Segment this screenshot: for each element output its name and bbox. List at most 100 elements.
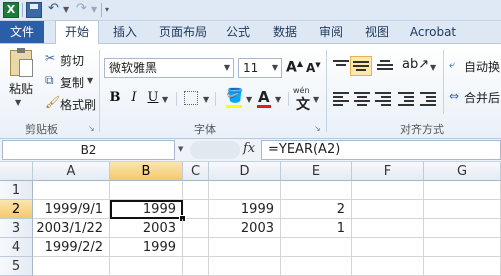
font-size-dropdown[interactable]: 11 ▼: [238, 58, 282, 78]
insert-function-button[interactable]: fx: [243, 141, 255, 156]
paste-icon[interactable]: [10, 48, 33, 77]
row-header-5[interactable]: 5: [0, 257, 33, 276]
border-dropdown-icon[interactable]: ▼: [203, 95, 209, 104]
cell-g5[interactable]: [424, 257, 501, 276]
redo-icon[interactable]: ↷: [76, 1, 87, 16]
border-icon[interactable]: [184, 91, 198, 105]
grow-font-button[interactable]: A▲: [286, 59, 303, 76]
cell-e2[interactable]: 2: [281, 200, 352, 219]
tab-acrobat[interactable]: Acrobat: [404, 21, 462, 43]
fill-color-icon[interactable]: 🪣: [226, 88, 243, 104]
cell-d2[interactable]: 1999: [209, 200, 281, 219]
cell-e4[interactable]: [281, 238, 352, 257]
paste-dropdown-icon[interactable]: ▼: [15, 98, 21, 107]
undo-icon[interactable]: ↶: [48, 1, 59, 16]
cell-a2[interactable]: 1999/9/1: [33, 200, 110, 219]
phonetic-dropdown-icon[interactable]: ▼: [313, 95, 319, 104]
cell-e1[interactable]: [281, 181, 352, 200]
bold-button[interactable]: B: [107, 89, 123, 107]
cell-c2[interactable]: [183, 200, 209, 219]
row-header-2[interactable]: 2: [0, 200, 33, 219]
cell-c5[interactable]: [183, 257, 209, 276]
cell-f4[interactable]: [352, 238, 424, 257]
column-header-e[interactable]: E: [281, 162, 352, 181]
undo-dropdown-icon[interactable]: ▼: [63, 5, 69, 14]
align-left-icon[interactable]: [333, 90, 349, 106]
column-header-g[interactable]: G: [424, 162, 501, 181]
align-top-icon[interactable]: [333, 58, 349, 72]
name-box[interactable]: B2: [2, 140, 175, 160]
wrap-text-button[interactable]: 自动换: [464, 58, 500, 75]
redo-dropdown-icon[interactable]: ▼: [91, 5, 97, 14]
cell-b4[interactable]: 1999: [110, 238, 183, 257]
column-header-d[interactable]: D: [209, 162, 281, 181]
cell-a5[interactable]: [33, 257, 110, 276]
copy-button[interactable]: 复制: [60, 74, 84, 91]
cell-g4[interactable]: [424, 238, 501, 257]
excel-app-icon[interactable]: X: [3, 2, 19, 18]
tab-insert[interactable]: 插入: [107, 21, 143, 43]
tab-formulas[interactable]: 公式: [221, 21, 255, 43]
align-bottom-icon[interactable]: [377, 58, 393, 72]
select-all-corner[interactable]: [0, 162, 33, 181]
cell-f2[interactable]: [352, 200, 424, 219]
italic-button[interactable]: I: [126, 89, 142, 107]
cell-d3[interactable]: 2003: [209, 219, 281, 238]
clipboard-launcher-icon[interactable]: ↘: [88, 124, 95, 133]
paste-button[interactable]: 粘贴: [9, 80, 33, 97]
cell-g1[interactable]: [424, 181, 501, 200]
row-header-3[interactable]: 3: [0, 219, 33, 238]
cell-e3[interactable]: 1: [281, 219, 352, 238]
tab-file[interactable]: 文件: [0, 21, 44, 43]
cell-f3[interactable]: [352, 219, 424, 238]
tab-review[interactable]: 审阅: [314, 21, 348, 43]
save-icon[interactable]: [26, 2, 42, 18]
cell-g2[interactable]: [424, 200, 501, 219]
cell-a3[interactable]: 2003/1/22: [33, 219, 110, 238]
customize-toolbar-icon[interactable]: ▾: [105, 5, 109, 14]
column-header-a[interactable]: A: [33, 162, 110, 181]
cell-b1[interactable]: [110, 181, 183, 200]
cell-d4[interactable]: [209, 238, 281, 257]
column-header-b[interactable]: B: [110, 162, 183, 181]
font-color-button[interactable]: A: [258, 88, 270, 106]
align-center-icon[interactable]: [354, 90, 370, 106]
underline-button[interactable]: U: [145, 89, 161, 107]
cell-g3[interactable]: [424, 219, 501, 238]
tab-data[interactable]: 数据: [268, 21, 302, 43]
cell-d5[interactable]: [209, 257, 281, 276]
tab-home[interactable]: 开始: [55, 20, 99, 44]
merge-center-button[interactable]: 合并后: [464, 89, 500, 106]
cell-b5[interactable]: [110, 257, 183, 276]
cell-f1[interactable]: [352, 181, 424, 200]
cell-c3[interactable]: [183, 219, 209, 238]
formula-bar-splitter[interactable]: [190, 141, 240, 159]
align-right-icon[interactable]: [375, 90, 391, 106]
column-header-c[interactable]: C: [183, 162, 209, 181]
cell-f5[interactable]: [352, 257, 424, 276]
phonetic-guide-button[interactable]: 文: [296, 94, 310, 114]
font-color-dropdown-icon[interactable]: ▼: [275, 95, 281, 104]
cell-c1[interactable]: [183, 181, 209, 200]
align-middle-button[interactable]: [350, 56, 372, 76]
copy-dropdown-icon[interactable]: ▼: [87, 76, 93, 85]
column-header-f[interactable]: F: [352, 162, 424, 181]
fill-color-dropdown-icon[interactable]: ▼: [246, 95, 252, 104]
cell-b2-selected[interactable]: 1999: [110, 200, 183, 219]
cut-button[interactable]: 剪切: [60, 52, 84, 69]
cell-e5[interactable]: [281, 257, 352, 276]
cell-d1[interactable]: [209, 181, 281, 200]
tab-page-layout[interactable]: 页面布局: [153, 21, 213, 43]
underline-dropdown-icon[interactable]: ▼: [162, 95, 168, 104]
cell-a4[interactable]: 1999/2/2: [33, 238, 110, 257]
tab-view[interactable]: 视图: [360, 21, 394, 43]
formula-input[interactable]: =YEAR(A2): [261, 140, 501, 160]
decrease-indent-icon[interactable]: [398, 90, 414, 106]
cell-b3[interactable]: 2003: [110, 219, 183, 238]
orientation-dropdown-icon[interactable]: ▼: [430, 63, 436, 72]
format-painter-button[interactable]: 格式刷: [60, 96, 96, 113]
increase-indent-icon[interactable]: [420, 90, 436, 106]
name-box-dropdown-icon[interactable]: ▼: [178, 145, 183, 153]
orientation-icon[interactable]: ab↗: [402, 57, 429, 72]
shrink-font-button[interactable]: A▼: [306, 61, 321, 75]
